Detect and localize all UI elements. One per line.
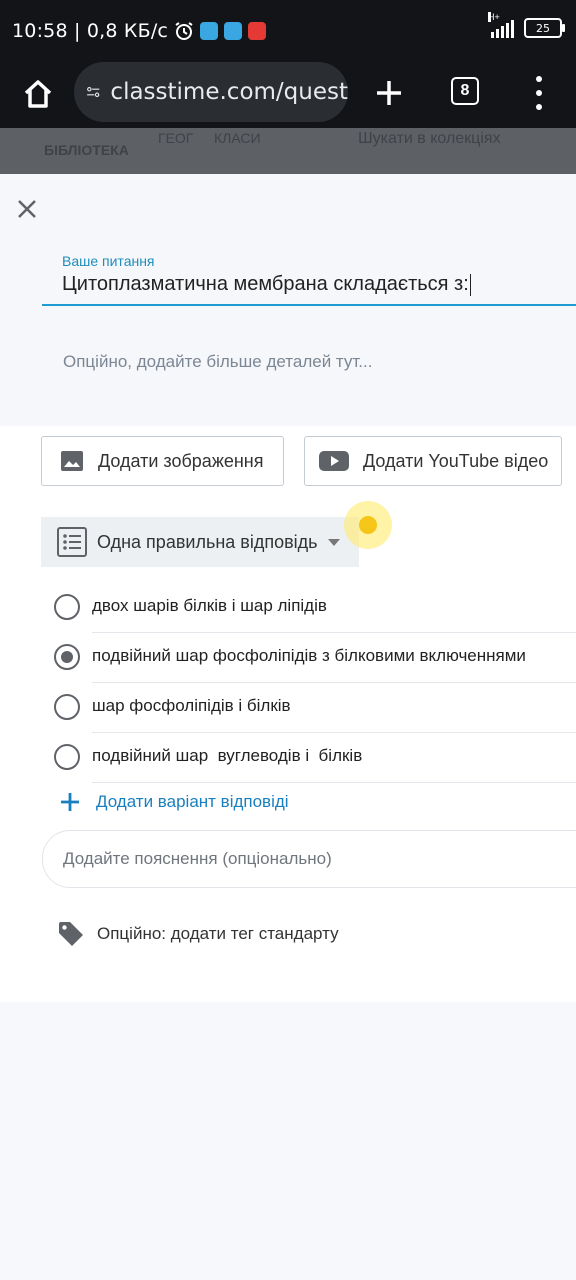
site-settings-icon[interactable] [86,79,100,105]
answer-text-3[interactable]: шар фосфоліпідів і білків [92,696,291,716]
explanation-placeholder: Додайте пояснення (опціонально) [63,849,332,868]
background-header: БІБЛІОТЕКА ГЕОГ КЛАСИ Шукати в колекціях [0,128,576,174]
close-icon[interactable] [14,196,40,222]
bg-geo-label: ГЕОГ [158,130,194,146]
status-time-speed: 10:58 | 0,8 КБ/с [12,20,169,42]
question-input[interactable]: Цитоплазматична мембрана складається з: [42,270,576,306]
bg-search-label: Шукати в колекціях [358,130,501,147]
status-left: 10:58 | 0,8 КБ/с [12,20,267,42]
url-bar[interactable]: classtime.com/quest [74,62,348,122]
answer-radio-4[interactable] [54,744,80,770]
answer-underline [92,732,576,733]
answer-option-3[interactable]: шар фосфоліпідів і білків [52,690,576,734]
answer-option-1[interactable]: двох шарів білків і шар ліпідів [52,590,576,634]
question-label: Ваше питання [62,253,155,269]
details-input[interactable]: Опційно, додайте більше деталей тут... [63,352,372,372]
telegram-icon-2 [224,22,243,40]
new-tab-icon[interactable] [372,76,406,110]
answer-text-1[interactable]: двох шарів білків і шар ліпідів [92,596,327,616]
status-bar: 10:58 | 0,8 КБ/с H+ 25 [0,0,576,62]
status-right: H+ 25 [488,12,565,38]
telegram-icon [200,22,219,40]
network-type: H+ [488,12,500,22]
touch-indicator [344,501,392,549]
image-icon [61,451,83,471]
answer-radio-1[interactable] [54,594,80,620]
answer-underline [92,632,576,633]
question-type-select[interactable]: Одна правильна відповідь [41,517,359,567]
tab-count: 8 [460,82,470,99]
tab-switcher-button[interactable]: 8 [451,77,479,105]
bg-classes-label: КЛАСИ [214,130,261,146]
bg-library-label: БІБЛІОТЕКА [44,142,129,158]
standard-tag-label: Опційно: додати тег стандарту [97,924,339,943]
answer-radio-3[interactable] [54,694,80,720]
question-text: Цитоплазматична мембрана складається з: [62,273,469,295]
add-answer-button[interactable]: Додати варіант відповіді [60,792,289,812]
add-image-label: Додати зображення [98,450,264,471]
answer-text-2[interactable]: подвійний шар фосфоліпідів з білковими в… [92,646,526,666]
youtube-icon [319,451,349,471]
answer-underline [92,782,576,783]
signal-icon: H+ [488,12,514,38]
add-youtube-label: Додати YouTube відео [363,450,549,471]
plus-icon [61,793,79,811]
battery-icon: 25 [524,18,565,38]
app-notification-icon [248,22,267,40]
add-standard-tag[interactable]: Опційно: додати тег стандарту [57,920,339,948]
more-menu-icon[interactable] [534,76,544,110]
add-answer-label: Додати варіант відповіді [96,792,289,811]
browser-toolbar: classtime.com/quest 8 [0,62,576,128]
add-image-button[interactable]: Додати зображення [41,436,284,486]
explanation-input[interactable]: Додайте пояснення (опціонально) [42,830,576,888]
list-icon [57,527,87,557]
battery-level: 25 [536,21,550,35]
question-editor-panel: Ваше питання Цитоплазматична мембрана ск… [0,174,576,1002]
url-text: classtime.com/quest [110,79,348,105]
alarm-icon [174,21,194,41]
question-top-area: Ваше питання Цитоплазматична мембрана ск… [0,174,576,426]
add-youtube-button[interactable]: Додати YouTube відео [304,436,562,486]
answer-option-2[interactable]: подвійний шар фосфоліпідів з білковими в… [52,640,576,684]
chevron-down-icon [327,538,340,546]
text-cursor [469,273,471,296]
answer-radio-2[interactable] [54,644,80,670]
answer-underline [92,682,576,683]
answer-text-4[interactable]: подвійний шар вуглеводів і білків [92,746,362,766]
question-type-label: Одна правильна відповідь [97,531,318,552]
home-icon[interactable] [18,74,58,114]
tag-icon [59,922,83,946]
answer-option-4[interactable]: подвійний шар вуглеводів і білків [52,740,576,784]
